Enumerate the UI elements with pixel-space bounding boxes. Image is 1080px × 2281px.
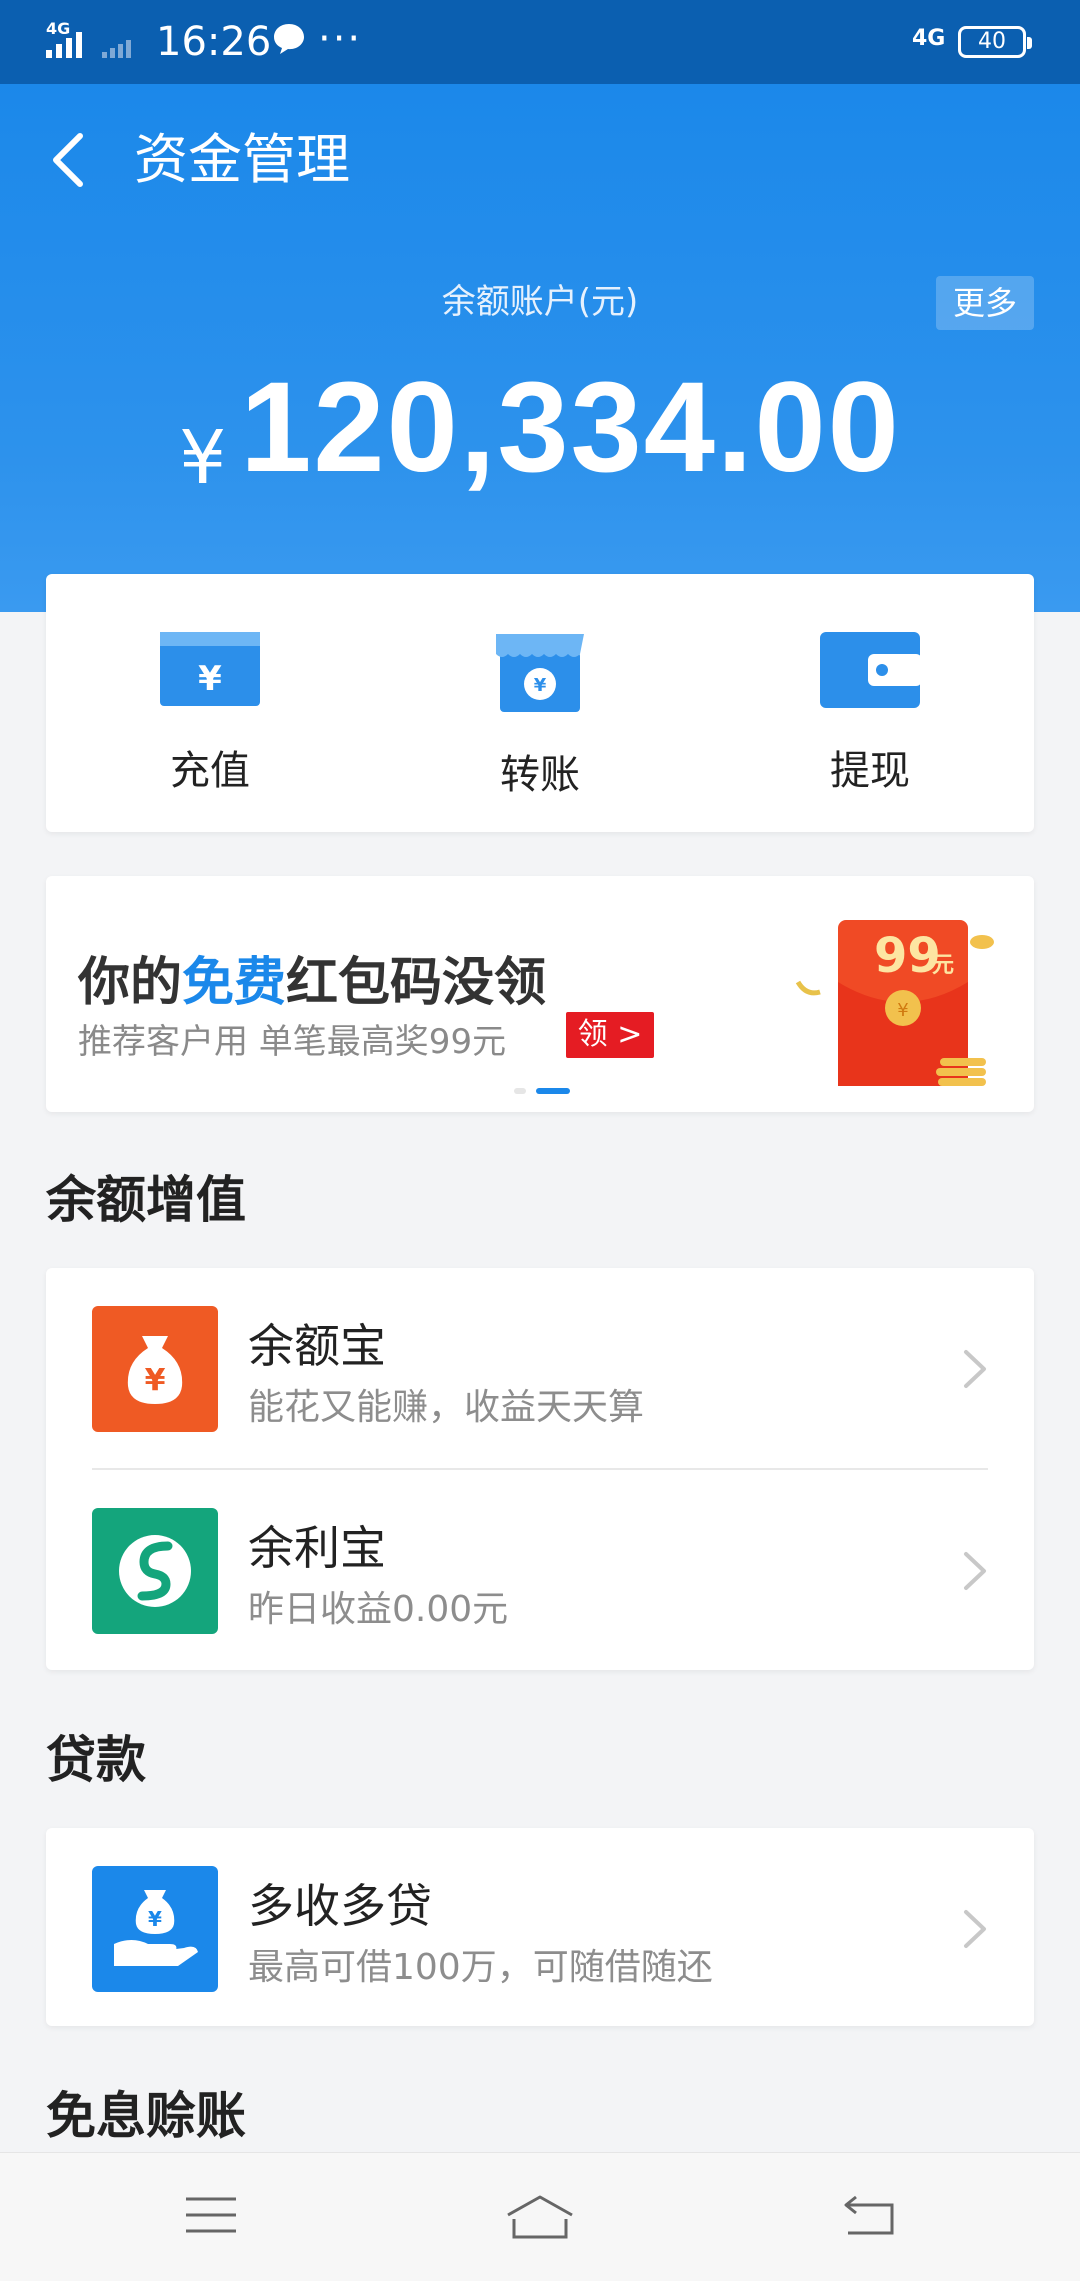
claim-button[interactable]: 领 > bbox=[566, 1012, 654, 1058]
carousel-indicator bbox=[514, 1080, 580, 1099]
list-item-loan[interactable]: ¥ 多收多贷 最高可借100万，可随借随还 bbox=[46, 1828, 1034, 2028]
section-title-growth: 余额增值 bbox=[46, 1171, 246, 1229]
item-desc: 昨日收益0.00元 bbox=[248, 1589, 509, 1630]
loan-card: ¥ 多收多贷 最高可借100万，可随借随还 bbox=[46, 1828, 1034, 2026]
action-label: 转账 bbox=[500, 752, 580, 798]
svg-text:¥: ¥ bbox=[534, 675, 547, 696]
home-icon[interactable] bbox=[504, 2193, 576, 2241]
signal-icon: 4G bbox=[46, 20, 131, 58]
svg-text:¥: ¥ bbox=[145, 1363, 166, 1398]
section-title-credit: 免息赊账 bbox=[46, 2087, 246, 2145]
svg-text:4G: 4G bbox=[46, 20, 70, 38]
status-bar: 4G 16:26 ··· 4G 40 bbox=[0, 0, 1080, 84]
more-button[interactable]: 更多 bbox=[936, 276, 1034, 330]
network-type: 4G bbox=[912, 26, 946, 51]
section-title-loan: 贷款 bbox=[46, 1731, 146, 1789]
action-label: 充值 bbox=[170, 748, 250, 794]
system-nav-bar bbox=[0, 2152, 1080, 2281]
chevron-right-icon bbox=[964, 1910, 986, 1948]
action-card: ¥ 充值 ¥ 转账 提现 bbox=[46, 574, 1034, 832]
list-item-yulibao[interactable]: 余利宝 昨日收益0.00元 bbox=[46, 1470, 1034, 1670]
banner-title: 你的免费红包码没领 bbox=[78, 940, 546, 1015]
growth-card: ¥ 余额宝 能花又能赚，收益天天算 余利宝 昨日收益0.00元 bbox=[46, 1268, 1034, 1670]
item-name: 余额宝 bbox=[248, 1319, 386, 1373]
status-time: 16:26 bbox=[156, 19, 272, 65]
balance-label: 余额账户(元) bbox=[441, 282, 639, 322]
more-dots-icon: ··· bbox=[318, 16, 363, 62]
banner-title-highlight: 免费 bbox=[182, 953, 287, 1013]
yulibao-s-icon bbox=[92, 1508, 218, 1634]
balance-value: 120,334.00 bbox=[240, 356, 901, 499]
chevron-right-icon bbox=[964, 1552, 986, 1590]
action-label: 提现 bbox=[830, 748, 910, 794]
banner-title-suffix: 红包码没领 bbox=[286, 953, 547, 1013]
list-item-yuebao[interactable]: ¥ 余额宝 能花又能赚，收益天天算 bbox=[46, 1268, 1034, 1468]
wallet-icon bbox=[820, 632, 922, 708]
recharge-button[interactable]: ¥ 充值 bbox=[110, 628, 310, 796]
promo-banner[interactable]: 你的免费红包码没领 推荐客户用 单笔最高奖99元 领 > 99 元 ¥ bbox=[46, 876, 1034, 1112]
item-name: 余利宝 bbox=[248, 1521, 386, 1575]
carousel-dot-active bbox=[536, 1087, 570, 1094]
page-title: 资金管理 bbox=[134, 128, 350, 191]
banner-title-prefix: 你的 bbox=[78, 953, 183, 1013]
balance-header: 资金管理 余额账户(元) 更多 ¥120,334.00 bbox=[0, 84, 1080, 612]
back-icon[interactable] bbox=[46, 130, 92, 190]
currency-symbol: ¥ bbox=[179, 415, 227, 501]
svg-text:¥: ¥ bbox=[897, 1000, 908, 1021]
transfer-store-icon: ¥ bbox=[496, 634, 584, 712]
svg-text:¥: ¥ bbox=[198, 659, 222, 699]
banner-subtitle: 推荐客户用 单笔最高奖99元 bbox=[78, 1022, 507, 1062]
withdraw-button[interactable]: 提现 bbox=[770, 628, 970, 796]
balance-amount: ¥120,334.00 bbox=[0, 354, 1080, 501]
svg-text:¥: ¥ bbox=[148, 1907, 162, 1931]
hand-money-icon: ¥ bbox=[92, 1866, 218, 1992]
item-desc: 能花又能赚，收益天天算 bbox=[248, 1387, 645, 1428]
menu-icon[interactable] bbox=[184, 2193, 238, 2237]
chat-bubble-icon bbox=[274, 24, 304, 54]
item-desc: 最高可借100万，可随借随还 bbox=[248, 1947, 713, 1988]
transfer-button[interactable]: ¥ 转账 bbox=[440, 628, 640, 800]
envelope-amount: 99 bbox=[874, 928, 941, 984]
item-name: 多收多贷 bbox=[248, 1879, 432, 1933]
chevron-right-icon bbox=[964, 1350, 986, 1388]
back-nav-icon[interactable] bbox=[842, 2193, 896, 2237]
money-bag-icon: ¥ bbox=[92, 1306, 218, 1432]
carousel-dot bbox=[514, 1087, 526, 1094]
red-envelope-icon: 99 元 ¥ bbox=[795, 920, 994, 1086]
battery-icon: 40 bbox=[958, 26, 1032, 58]
envelope-unit: 元 bbox=[932, 953, 954, 978]
recharge-card-icon: ¥ bbox=[160, 632, 260, 706]
